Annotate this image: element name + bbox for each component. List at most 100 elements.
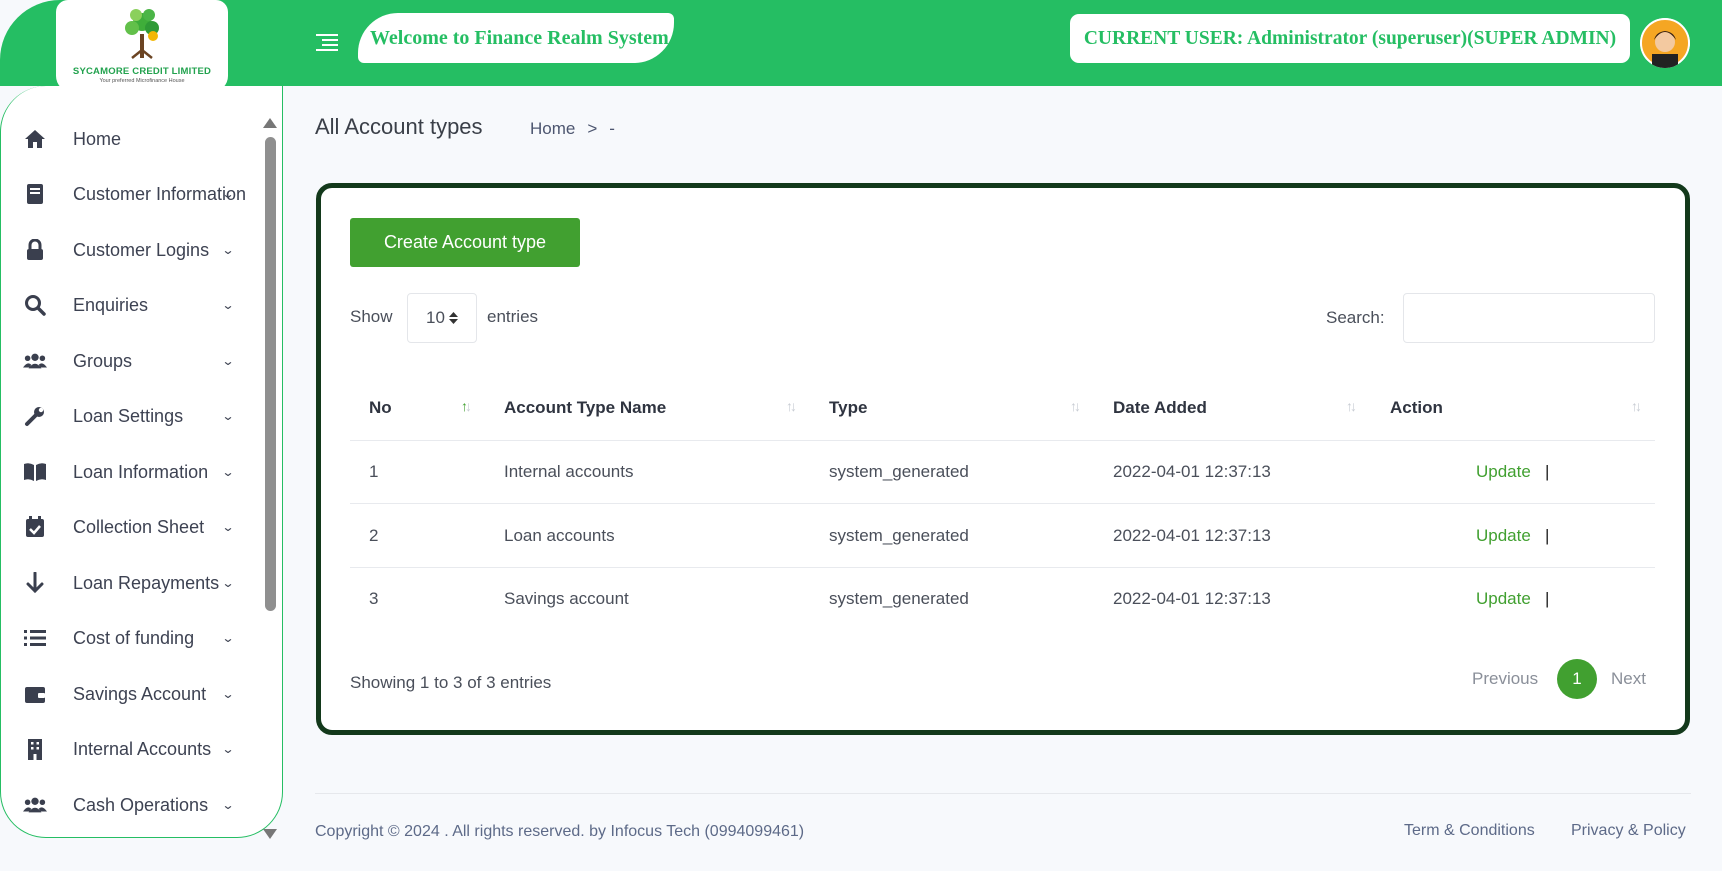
sidebar-item-label: Customer Logins (73, 239, 210, 260)
sort-icon[interactable]: ↑↓ (786, 398, 797, 414)
building-icon (23, 737, 47, 761)
sidebar-scrollbar-thumb[interactable] (265, 137, 276, 611)
sidebar-item-loan-information[interactable]: Loan Information ⌄ (1, 447, 263, 497)
search-label: Search: (1326, 308, 1385, 327)
users-icon (23, 793, 47, 817)
chevron-down-icon: ⌄ (221, 687, 235, 701)
table-divider (350, 503, 1655, 504)
column-header-account-type-name[interactable]: Account Type Name (504, 398, 666, 418)
sidebar-item-groups[interactable]: Groups ⌄ (1, 336, 263, 386)
sort-icon[interactable]: ↑↓ (1346, 398, 1357, 414)
select-arrows-icon (448, 312, 458, 324)
sidebar-item-label: Cost of funding (73, 627, 195, 648)
sidebar-item-label: Cash Operations (73, 794, 209, 815)
cell-date-added: 2022-04-01 12:37:13 (1113, 462, 1271, 481)
sidebar: Home Customer Information ⌄ Customer Log… (0, 86, 283, 838)
action-separator: | (1545, 526, 1550, 545)
cell-no: 2 (369, 526, 379, 545)
arrow-down-icon (23, 571, 47, 595)
column-header-no[interactable]: No (369, 398, 392, 418)
lock-icon (23, 238, 47, 262)
entries-select-value: 10 (426, 308, 445, 327)
update-link[interactable]: Update (1476, 462, 1531, 482)
sidebar-item-label: Groups (73, 350, 133, 371)
action-separator: | (1545, 462, 1550, 481)
breadcrumb-separator: > (587, 119, 598, 138)
cell-no: 1 (369, 462, 379, 481)
chevron-down-icon: ⌄ (221, 631, 235, 645)
welcome-banner: Welcome to Finance Realm System (358, 13, 674, 63)
scroll-up-arrow-icon[interactable] (263, 118, 277, 128)
cell-type: system_generated (829, 462, 969, 481)
sidebar-item-internal-accounts[interactable]: Internal Accounts ⌄ (1, 724, 263, 774)
sidebar-item-customer-logins[interactable]: Customer Logins ⌄ (1, 225, 263, 275)
entries-per-page-select[interactable]: 10 (407, 293, 477, 343)
menu-toggle-icon[interactable] (316, 31, 340, 53)
privacy-link[interactable]: Privacy & Policy (1571, 822, 1686, 840)
terms-link[interactable]: Term & Conditions (1404, 822, 1535, 840)
footer-divider (315, 793, 1691, 794)
sidebar-item-loan-repayments[interactable]: Loan Repayments ⌄ (1, 558, 263, 608)
book-icon (23, 182, 47, 206)
list-icon (23, 626, 47, 650)
sidebar-item-cash-operations[interactable]: Cash Operations ⌄ (1, 780, 263, 830)
sidebar-item-label: Home (73, 128, 122, 149)
pagination-next[interactable]: Next (1611, 669, 1646, 689)
sidebar-item-customer-information[interactable]: Customer Information ⌄ (1, 169, 263, 219)
scroll-down-arrow-icon[interactable] (263, 829, 277, 839)
chevron-down-icon: ⌄ (221, 243, 235, 257)
user-avatar[interactable] (1640, 18, 1690, 68)
cell-type: system_generated (829, 526, 969, 545)
cell-account-type-name: Loan accounts (504, 526, 615, 545)
current-user-text: CURRENT USER: Administrator (superuser)(… (1083, 27, 1617, 49)
column-header-action[interactable]: Action (1390, 398, 1443, 418)
copyright-text: Copyright © 2024 . All rights reserved. … (315, 823, 805, 840)
chevron-down-icon: ⌄ (221, 298, 235, 312)
sidebar-item-home[interactable]: Home (1, 114, 263, 164)
page-title: All Account types (315, 114, 483, 139)
chevron-down-icon: ⌄ (221, 520, 235, 534)
current-user-badge: CURRENT USER: Administrator (superuser)(… (1070, 14, 1630, 63)
sidebar-item-label: Customer Information (73, 183, 247, 204)
company-logo[interactable]: SYCAMORE CREDIT LIMITED Your preferred M… (56, 0, 228, 92)
pagination-page-1[interactable]: 1 (1557, 659, 1597, 699)
sidebar-item-cost-of-funding[interactable]: Cost of funding ⌄ (1, 613, 263, 663)
search-input[interactable] (1403, 293, 1655, 343)
chevron-down-icon: ⌄ (221, 354, 235, 368)
chevron-down-icon: ⌄ (221, 187, 235, 201)
sidebar-item-label: Savings Account (73, 683, 207, 704)
cell-type: system_generated (829, 589, 969, 608)
sidebar-item-label: Internal Accounts (73, 738, 212, 759)
logo-tagline: Your preferred Microfinance House (99, 78, 185, 84)
sidebar-item-savings-account[interactable]: Savings Account ⌄ (1, 669, 263, 719)
sidebar-item-label: Loan Repayments (73, 572, 220, 593)
wrench-icon (23, 404, 47, 428)
search-icon (23, 293, 47, 317)
update-link[interactable]: Update (1476, 589, 1531, 609)
action-separator: | (1545, 589, 1550, 608)
welcome-text: Welcome to Finance Realm System (370, 26, 669, 49)
pagination-previous[interactable]: Previous (1472, 669, 1538, 689)
create-account-type-button[interactable]: Create Account type (350, 218, 580, 267)
sort-icon[interactable]: ↑↓ (1631, 398, 1642, 414)
sort-icon[interactable]: ↑↓ (1070, 398, 1081, 414)
sidebar-item-label: Loan Settings (73, 405, 184, 426)
breadcrumb-home-link[interactable]: Home (530, 119, 575, 139)
table-divider (350, 440, 1655, 441)
sidebar-item-label: Enquiries (73, 294, 149, 315)
cell-no: 3 (369, 589, 379, 608)
home-icon (23, 127, 47, 151)
update-link[interactable]: Update (1476, 526, 1531, 546)
sidebar-item-collection-sheet[interactable]: Collection Sheet ⌄ (1, 502, 263, 552)
sidebar-item-enquiries[interactable]: Enquiries ⌄ (1, 280, 263, 330)
chevron-down-icon: ⌄ (221, 409, 235, 423)
entries-summary: Showing 1 to 3 of 3 entries (350, 673, 552, 692)
sort-icon[interactable]: ↑↓ (461, 398, 472, 414)
tree-logo-icon (125, 9, 159, 59)
chevron-down-icon: ⌄ (221, 798, 235, 812)
column-header-date-added[interactable]: Date Added (1113, 398, 1207, 418)
show-label: Show (350, 307, 393, 326)
sidebar-item-loan-settings[interactable]: Loan Settings ⌄ (1, 391, 263, 441)
cell-account-type-name: Internal accounts (504, 462, 634, 481)
column-header-type[interactable]: Type (829, 398, 867, 418)
